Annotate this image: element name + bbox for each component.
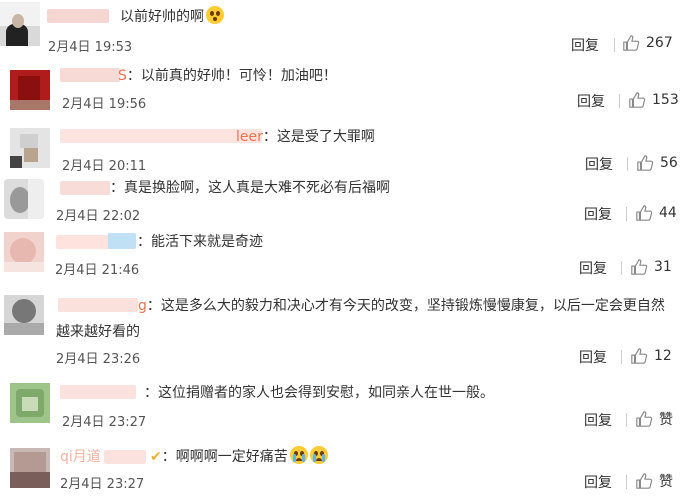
like-button[interactable]: 12 xyxy=(630,346,672,366)
divider xyxy=(621,350,622,364)
comment-text: S：以前真的好帅！可怜！加油吧！ xyxy=(118,68,337,84)
comment-item: ：能活下来就是奇迹 2月4日 21:46 回复 31 xyxy=(0,228,680,285)
username-blurred[interactable] xyxy=(58,298,138,312)
crying-face-icon xyxy=(309,446,328,464)
divider xyxy=(626,413,627,427)
divider xyxy=(626,475,627,489)
avatar[interactable] xyxy=(10,383,50,423)
thumbs-up-icon xyxy=(623,35,640,51)
comment-text-continued: 越来越好看的 xyxy=(56,324,140,340)
like-count: 赞 xyxy=(659,474,673,490)
username-badge-blurred xyxy=(108,233,136,249)
comment-date: 2月4日 19:56 xyxy=(62,97,147,112)
comment-item: g：这是多么大的毅力和决心才有今天的改变，坚持锻炼慢慢康复，以后一定会更自然 越… xyxy=(0,285,680,370)
comment-text: ：这位捐赠者的家人也会得到安慰，如同亲人在世一般。 xyxy=(144,385,494,401)
like-button[interactable]: 153 xyxy=(628,90,679,110)
comment-text: leer：这是受了大罪啊 xyxy=(236,129,375,145)
comment-date: 2月4日 19:53 xyxy=(48,40,133,55)
comment-item: S：以前真的好帅！可怜！加油吧！ 2月4日 19:56 回复 153 xyxy=(0,60,680,120)
divider xyxy=(621,261,622,275)
like-count: 56 xyxy=(660,155,678,171)
comment-text: ✔：啊啊啊一定好痛苦 xyxy=(150,446,328,468)
thumbs-up-icon xyxy=(629,92,646,108)
thumbs-up-icon xyxy=(631,348,648,364)
comment-item: qi月道 ✔：啊啊啊一定好痛苦 2月4日 23:27 回复 赞 xyxy=(0,436,680,498)
reply-button[interactable]: 回复 xyxy=(585,154,613,174)
comment-date: 2月4日 22:02 xyxy=(56,209,141,224)
reply-button[interactable]: 回复 xyxy=(579,258,607,278)
username-blurred[interactable] xyxy=(60,385,136,399)
like-count: 267 xyxy=(646,35,673,51)
comment-text: g：这是多么大的毅力和决心才有今天的改变，坚持锻炼慢慢康复，以后一定会更自然 xyxy=(138,298,665,314)
comment-item: leer：这是受了大罪啊 2月4日 20:11 回复 56 xyxy=(0,120,680,175)
comment-item: 以前好帅的啊 2月4日 19:53 回复 267 xyxy=(0,0,680,60)
like-count: 44 xyxy=(659,205,677,221)
username-blurred[interactable] xyxy=(104,450,146,464)
comment-date: 2月4日 23:27 xyxy=(60,477,145,492)
comment-item: ：真是换脸啊，这人真是大难不死必有后福啊 2月4日 22:02 回复 44 xyxy=(0,175,680,228)
thumbs-up-icon xyxy=(631,259,648,275)
reply-button[interactable]: 回复 xyxy=(584,204,612,224)
like-button[interactable]: 赞 xyxy=(635,471,673,491)
divider xyxy=(627,157,628,171)
thumbs-up-icon xyxy=(636,473,653,489)
comment-item: ：这位捐赠者的家人也会得到安慰，如同亲人在世一般。 2月4日 23:27 回复 … xyxy=(0,370,680,436)
like-button[interactable]: 56 xyxy=(636,153,678,173)
like-count: 31 xyxy=(654,259,672,275)
comment-text: ：能活下来就是奇迹 xyxy=(137,234,263,250)
avatar[interactable] xyxy=(10,448,50,488)
comment-date: 2月4日 21:46 xyxy=(55,263,140,278)
like-count: 赞 xyxy=(659,412,673,428)
comment-text: ：真是换脸啊，这人真是大难不死必有后福啊 xyxy=(110,180,390,196)
divider xyxy=(626,207,627,221)
divider xyxy=(619,94,620,108)
flushed-face-icon xyxy=(206,6,224,24)
crying-face-icon xyxy=(289,446,308,464)
thumbs-up-icon xyxy=(637,155,654,171)
like-button[interactable]: 267 xyxy=(622,33,673,53)
username-blurred[interactable] xyxy=(60,181,110,195)
username-blurred[interactable] xyxy=(60,68,120,82)
reply-button[interactable]: 回复 xyxy=(571,35,599,55)
username-blurred[interactable] xyxy=(47,9,109,23)
avatar[interactable] xyxy=(4,179,44,219)
like-count: 153 xyxy=(652,92,679,108)
avatar[interactable] xyxy=(0,2,40,46)
avatar[interactable] xyxy=(4,295,44,335)
avatar[interactable] xyxy=(4,232,44,272)
comment-text: 以前好帅的啊 xyxy=(120,6,224,28)
reply-button[interactable]: 回复 xyxy=(577,91,605,111)
avatar[interactable] xyxy=(10,128,50,168)
avatar[interactable] xyxy=(10,70,50,110)
comment-date: 2月4日 23:26 xyxy=(56,352,141,367)
comment-date: 2月4日 23:27 xyxy=(62,415,147,430)
thumbs-up-icon xyxy=(636,205,653,221)
username-blurred[interactable] xyxy=(56,235,112,249)
like-count: 12 xyxy=(654,348,672,364)
username-blurred[interactable] xyxy=(60,129,262,143)
like-button[interactable]: 44 xyxy=(635,203,677,223)
reply-button[interactable]: 回复 xyxy=(584,472,612,492)
thumbs-up-icon xyxy=(636,411,653,427)
reply-button[interactable]: 回复 xyxy=(584,410,612,430)
username-partial[interactable]: qi月道 xyxy=(60,446,101,468)
reply-button[interactable]: 回复 xyxy=(579,347,607,367)
comment-date: 2月4日 20:11 xyxy=(62,159,147,174)
like-button[interactable]: 31 xyxy=(630,257,672,277)
like-button[interactable]: 赞 xyxy=(635,409,673,429)
divider xyxy=(614,38,615,52)
